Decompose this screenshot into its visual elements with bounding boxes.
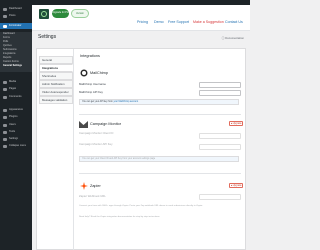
campaign-monitor-client-input[interactable] xyxy=(199,133,241,139)
brush-icon xyxy=(3,108,7,112)
documentation-link[interactable]: ⓘ Documentation xyxy=(222,36,244,40)
campaign-monitor-title: Campaign Monitor xyxy=(90,122,122,126)
sidebar-item-settings[interactable]: Settings xyxy=(0,136,32,142)
nav-pricing-link[interactable]: Pricing xyxy=(137,20,148,24)
campaign-monitor-logo-icon xyxy=(79,120,88,129)
sidebar-item-dashboard[interactable]: Dashboard xyxy=(0,6,32,12)
tab-general[interactable]: General xyxy=(39,56,73,64)
mailchimp-username-label: MailChimp Username xyxy=(79,82,106,86)
wrench-icon xyxy=(3,130,7,134)
upgrade-button[interactable]: Upgrade for Pro xyxy=(52,9,69,18)
campaign-monitor-apikey-input[interactable] xyxy=(199,144,241,150)
nav-free-support-link[interactable]: Free Support xyxy=(168,20,189,24)
nav-demo-link[interactable]: Demo xyxy=(154,20,164,24)
mailchimp-title: MailChimp xyxy=(90,71,108,75)
comment-icon xyxy=(3,95,7,99)
settings-panel: General Integrations Shortcodes Admin No… xyxy=(36,48,246,250)
campaign-monitor-client-label: Campaign Monitor Client ID xyxy=(79,131,114,135)
submenu-general-settings[interactable]: General Settings xyxy=(3,64,22,68)
tab-messages-validation[interactable]: Messages validation xyxy=(39,96,73,104)
plugin-icon xyxy=(3,115,7,119)
plugin-topbar: Upgrade for Pro Version Pricing Demo Fre… xyxy=(32,5,250,31)
sidebar-item-tools[interactable]: Tools xyxy=(0,129,32,135)
campaign-monitor-section: Campaign Monitor ▲ Upgrade Campaign Moni… xyxy=(79,119,243,169)
tab-integrations[interactable]: Integrations xyxy=(39,64,73,72)
form-icon xyxy=(3,24,7,28)
nav-contact-link[interactable]: Contact Us xyxy=(225,20,243,24)
zapier-description: Connect your form with 3000+ apps throug… xyxy=(79,205,203,207)
tab-admin-notification[interactable]: Admin Notification xyxy=(39,80,73,88)
version-badge: Version xyxy=(71,9,89,18)
sidebar-item-plugins[interactable]: Plugins xyxy=(0,114,32,120)
media-icon xyxy=(3,80,7,84)
campaign-monitor-header: Campaign Monitor xyxy=(79,119,121,129)
sidebar-item-comments[interactable]: Comments xyxy=(0,94,32,100)
page-icon xyxy=(3,87,7,91)
user-icon xyxy=(3,123,7,127)
campaign-monitor-apikey-label: Campaign Monitor API Key xyxy=(79,142,113,146)
settings-tabs: General Integrations Shortcodes Admin No… xyxy=(37,49,74,250)
sidebar-item-posts[interactable]: Posts xyxy=(0,13,32,19)
tab-shortcodes[interactable]: Shortcodes xyxy=(39,72,73,80)
zapier-help-text: Need help? Read the Zapier integration d… xyxy=(79,216,161,218)
mailchimp-account-link[interactable]: your MailChimp account xyxy=(113,101,138,103)
mailchimp-username-input[interactable] xyxy=(199,82,241,88)
zapier-webhook-label: Zapier Webhook URL xyxy=(79,194,106,198)
sidebar-item-pages[interactable]: Pages xyxy=(0,86,32,92)
integrations-content: Integrations MailChimp MailChimp Usernam… xyxy=(75,49,245,250)
mailchimp-apikey-label: MailChimp API Key xyxy=(79,90,103,94)
mailchimp-help-note: You can get your API key from your MailC… xyxy=(79,99,239,105)
settings-header: Settings ⓘ Documentation xyxy=(32,32,250,43)
sidebar-item-users[interactable]: Users xyxy=(0,122,32,128)
admin-sidebar: Dashboard Posts Forminator Dashboard For… xyxy=(0,0,32,250)
mailchimp-logo-icon xyxy=(79,69,88,78)
campaign-monitor-upgrade-button[interactable]: ▲ Upgrade xyxy=(229,121,243,126)
mailchimp-section: MailChimp MailChimp Username MailChimp A… xyxy=(79,68,243,110)
section-divider xyxy=(79,173,241,174)
page-title: Settings xyxy=(38,34,57,40)
zapier-upgrade-button[interactable]: ▲ Upgrade xyxy=(229,183,243,188)
sidebar-item-appearance[interactable]: Appearance xyxy=(0,107,32,113)
zapier-header: Zapier xyxy=(79,181,101,191)
campaign-monitor-help-note: You can get your Client ID and API Key f… xyxy=(79,156,239,162)
sidebar-item-forminator[interactable]: Forminator xyxy=(0,23,32,29)
section-title: Integrations xyxy=(80,54,100,58)
nav-suggestion-link[interactable]: Make a Suggestion xyxy=(193,20,224,24)
zapier-webhook-input[interactable] xyxy=(199,194,241,200)
collapse-menu-button[interactable]: Collapse menu xyxy=(0,143,32,149)
mailchimp-header: MailChimp xyxy=(79,68,108,78)
zapier-section: Zapier ▲ Upgrade Zapier Webhook URL Conn… xyxy=(79,181,243,241)
sidebar-item-media[interactable]: Media xyxy=(0,79,32,85)
zapier-title: Zapier xyxy=(90,184,101,188)
plugin-logo xyxy=(39,9,49,19)
collapse-icon xyxy=(3,144,7,148)
zapier-logo-icon xyxy=(79,182,88,191)
mailchimp-apikey-input[interactable] xyxy=(199,90,241,96)
settings-icon xyxy=(3,137,7,141)
tab-visitor-autoresponder[interactable]: Visitor Autoresponder xyxy=(39,88,73,96)
pin-icon xyxy=(3,14,7,18)
section-divider xyxy=(79,114,241,115)
dashboard-icon xyxy=(3,7,7,11)
